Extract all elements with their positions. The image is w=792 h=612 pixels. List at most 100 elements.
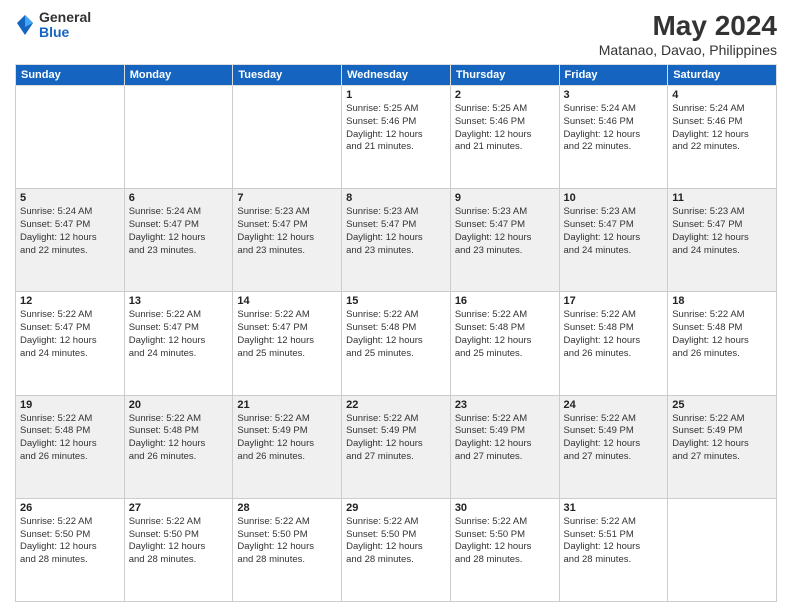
day-number: 9 (455, 192, 555, 204)
day-number: 10 (564, 192, 664, 204)
calendar-body: 1 Sunrise: 5:25 AMSunset: 5:46 PMDaylight… (16, 86, 777, 602)
table-row: 21Sunrise: 5:22 AMSunset: 5:49 PMDayligh… (233, 395, 342, 498)
title-block: May 2024 Matanao, Davao, Philippines (599, 10, 777, 58)
table-row: 23Sunrise: 5:22 AMSunset: 5:49 PMDayligh… (450, 395, 559, 498)
day-number: 16 (455, 295, 555, 307)
main-title: May 2024 (599, 10, 777, 42)
week-row-4: 26 Sunrise: 5:22 AMSunset: 5:50 PMDayligh… (16, 498, 777, 601)
table-row: 2 Sunrise: 5:25 AMSunset: 5:46 PMDaylight… (450, 86, 559, 189)
header-tuesday: Tuesday (233, 65, 342, 86)
day-info: Sunrise: 5:24 AMSunset: 5:46 PMDaylight:… (672, 103, 772, 154)
header-thursday: Thursday (450, 65, 559, 86)
day-info: Sunrise: 5:23 AMSunset: 5:47 PMDaylight:… (564, 206, 664, 257)
day-info: Sunrise: 5:24 AMSunset: 5:46 PMDaylight:… (564, 103, 664, 154)
calendar-header: Sunday Monday Tuesday Wednesday Thursday… (16, 65, 777, 86)
logo-icon (15, 13, 35, 37)
day-info: Sunrise: 5:22 AMSunset: 5:50 PMDaylight:… (455, 516, 555, 567)
table-row: 30 Sunrise: 5:22 AMSunset: 5:50 PMDayligh… (450, 498, 559, 601)
table-row (668, 498, 777, 601)
table-row: 13 Sunrise: 5:22 AMSunset: 5:47 PMDayligh… (124, 292, 233, 395)
week-row-0: 1 Sunrise: 5:25 AMSunset: 5:46 PMDaylight… (16, 86, 777, 189)
logo-blue-text: Blue (39, 25, 91, 40)
day-info: Sunrise: 5:22 AMSunset: 5:51 PMDaylight:… (564, 516, 664, 567)
day-info: Sunrise: 5:22 AMSunset: 5:48 PMDaylight:… (455, 309, 555, 360)
table-row: 16 Sunrise: 5:22 AMSunset: 5:48 PMDayligh… (450, 292, 559, 395)
header: General Blue May 2024 Matanao, Davao, Ph… (15, 10, 777, 58)
day-info: Sunrise: 5:22 AMSunset: 5:47 PMDaylight:… (129, 309, 229, 360)
day-info: Sunrise: 5:24 AMSunset: 5:47 PMDaylight:… (20, 206, 120, 257)
table-row: 3 Sunrise: 5:24 AMSunset: 5:46 PMDaylight… (559, 86, 668, 189)
logo-general-text: General (39, 10, 91, 25)
day-number: 29 (346, 502, 446, 514)
table-row: 12 Sunrise: 5:22 AMSunset: 5:47 PMDayligh… (16, 292, 125, 395)
day-info: Sunrise: 5:22 AMSunset: 5:50 PMDaylight:… (237, 516, 337, 567)
table-row: 20Sunrise: 5:22 AMSunset: 5:48 PMDayligh… (124, 395, 233, 498)
day-info: Sunrise: 5:22 AMSunset: 5:50 PMDaylight:… (20, 516, 120, 567)
day-number: 26 (20, 502, 120, 514)
table-row: 8Sunrise: 5:23 AMSunset: 5:47 PMDaylight… (342, 189, 451, 292)
day-number: 28 (237, 502, 337, 514)
table-row (16, 86, 125, 189)
day-number: 18 (672, 295, 772, 307)
table-row: 18Sunrise: 5:22 AMSunset: 5:48 PMDayligh… (668, 292, 777, 395)
day-number: 27 (129, 502, 229, 514)
table-row: 28 Sunrise: 5:22 AMSunset: 5:50 PMDayligh… (233, 498, 342, 601)
day-number: 2 (455, 89, 555, 101)
day-number: 1 (346, 89, 446, 101)
day-number: 3 (564, 89, 664, 101)
table-row: 29 Sunrise: 5:22 AMSunset: 5:50 PMDayligh… (342, 498, 451, 601)
day-number: 12 (20, 295, 120, 307)
table-row: 25 Sunrise: 5:22 AMSunset: 5:49 PMDayligh… (668, 395, 777, 498)
day-info: Sunrise: 5:25 AMSunset: 5:46 PMDaylight:… (346, 103, 446, 154)
table-row: 4 Sunrise: 5:24 AMSunset: 5:46 PMDaylight… (668, 86, 777, 189)
day-number: 22 (346, 399, 446, 411)
table-row: 31Sunrise: 5:22 AMSunset: 5:51 PMDayligh… (559, 498, 668, 601)
day-number: 30 (455, 502, 555, 514)
header-row: Sunday Monday Tuesday Wednesday Thursday… (16, 65, 777, 86)
day-number: 13 (129, 295, 229, 307)
day-number: 11 (672, 192, 772, 204)
day-number: 17 (564, 295, 664, 307)
day-info: Sunrise: 5:22 AMSunset: 5:48 PMDaylight:… (564, 309, 664, 360)
table-row: 19 Sunrise: 5:22 AMSunset: 5:48 PMDayligh… (16, 395, 125, 498)
week-row-1: 5 Sunrise: 5:24 AMSunset: 5:47 PMDaylight… (16, 189, 777, 292)
day-info: Sunrise: 5:25 AMSunset: 5:46 PMDaylight:… (455, 103, 555, 154)
day-number: 4 (672, 89, 772, 101)
table-row: 26 Sunrise: 5:22 AMSunset: 5:50 PMDayligh… (16, 498, 125, 601)
day-number: 15 (346, 295, 446, 307)
day-info: Sunrise: 5:23 AMSunset: 5:47 PMDaylight:… (672, 206, 772, 257)
day-number: 19 (20, 399, 120, 411)
table-row: 27 Sunrise: 5:22 AMSunset: 5:50 PMDayligh… (124, 498, 233, 601)
day-number: 21 (237, 399, 337, 411)
day-number: 14 (237, 295, 337, 307)
day-info: Sunrise: 5:22 AMSunset: 5:48 PMDaylight:… (20, 413, 120, 464)
day-number: 25 (672, 399, 772, 411)
day-number: 24 (564, 399, 664, 411)
table-row: 9Sunrise: 5:23 AMSunset: 5:47 PMDaylight… (450, 189, 559, 292)
table-row: 14 Sunrise: 5:22 AMSunset: 5:47 PMDayligh… (233, 292, 342, 395)
day-info: Sunrise: 5:22 AMSunset: 5:50 PMDaylight:… (129, 516, 229, 567)
table-row (233, 86, 342, 189)
table-row (124, 86, 233, 189)
day-number: 5 (20, 192, 120, 204)
day-info: Sunrise: 5:22 AMSunset: 5:47 PMDaylight:… (237, 309, 337, 360)
day-info: Sunrise: 5:22 AMSunset: 5:49 PMDaylight:… (564, 413, 664, 464)
day-info: Sunrise: 5:23 AMSunset: 5:47 PMDaylight:… (237, 206, 337, 257)
table-row: 22Sunrise: 5:22 AMSunset: 5:49 PMDayligh… (342, 395, 451, 498)
header-sunday: Sunday (16, 65, 125, 86)
calendar-table: Sunday Monday Tuesday Wednesday Thursday… (15, 64, 777, 602)
table-row: 5 Sunrise: 5:24 AMSunset: 5:47 PMDaylight… (16, 189, 125, 292)
table-row: 10 Sunrise: 5:23 AMSunset: 5:47 PMDayligh… (559, 189, 668, 292)
header-monday: Monday (124, 65, 233, 86)
header-wednesday: Wednesday (342, 65, 451, 86)
page: General Blue May 2024 Matanao, Davao, Ph… (0, 0, 792, 612)
table-row: 7Sunrise: 5:23 AMSunset: 5:47 PMDaylight… (233, 189, 342, 292)
table-row: 6Sunrise: 5:24 AMSunset: 5:47 PMDaylight… (124, 189, 233, 292)
week-row-3: 19 Sunrise: 5:22 AMSunset: 5:48 PMDayligh… (16, 395, 777, 498)
header-friday: Friday (559, 65, 668, 86)
day-number: 6 (129, 192, 229, 204)
day-info: Sunrise: 5:22 AMSunset: 5:50 PMDaylight:… (346, 516, 446, 567)
day-info: Sunrise: 5:22 AMSunset: 5:47 PMDaylight:… (20, 309, 120, 360)
day-info: Sunrise: 5:22 AMSunset: 5:49 PMDaylight:… (672, 413, 772, 464)
logo: General Blue (15, 10, 91, 41)
